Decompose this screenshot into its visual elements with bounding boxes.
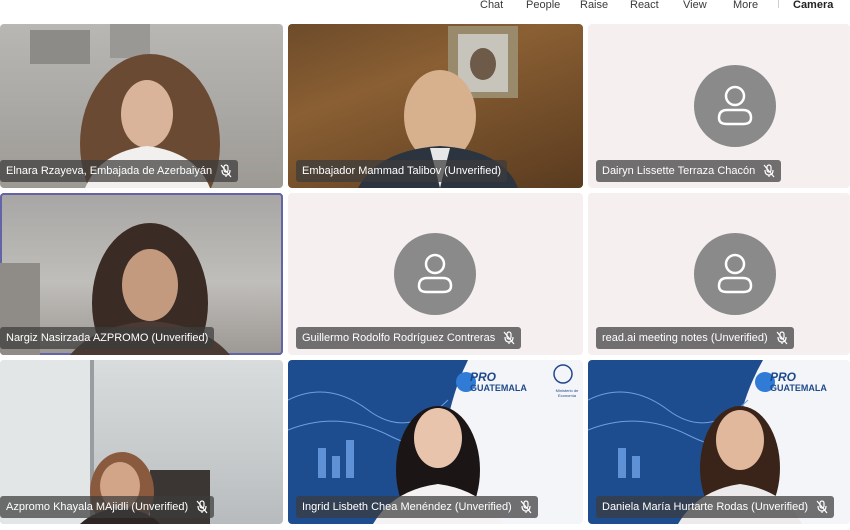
ministry-label: Ministerio de Economía [555,388,579,398]
participant-name-tag: Elnara Rzayeva, Embajada de Azerbaiyán [0,160,239,182]
person-icon [717,85,753,126]
participant-tile[interactable]: Elnara Rzayeva, Embajada de Azerbaiyán [0,24,283,188]
participant-name-tag: Nargiz Nasirzada AZPROMO (Unverified) [0,327,215,349]
people-button[interactable]: People [526,0,560,12]
participant-name: Ingrid Lisbeth Chea Menéndez (Unverified… [302,501,512,513]
mic-off-icon [763,164,775,178]
pro-guatemala-logo: PRO GUATEMALA [770,370,827,394]
avatar [394,233,476,315]
participant-name: Elnara Rzayeva, Embajada de Azerbaiyán [6,165,213,177]
participant-tile[interactable]: Nargiz Nasirzada AZPROMO (Unverified) [0,193,283,355]
participant-tile[interactable]: Azpromo Khayala MAjidli (Unverified) [0,360,283,524]
avatar [694,65,776,147]
participant-tile[interactable]: Guillermo Rodolfo Rodríguez Contreras [288,193,583,355]
participant-name: Dairyn Lissette Terraza Chacón [602,165,756,177]
participant-name-tag: Azpromo Khayala MAjidli (Unverified) [0,496,215,518]
person-icon [717,253,753,294]
participant-tile[interactable]: Dairyn Lissette Terraza Chacón [588,24,850,188]
participant-tile[interactable]: read.ai meeting notes (Unverified) [588,193,850,355]
pro-guatemala-logo: PRO GUATEMALA [470,370,527,394]
participant-name-tag: Ingrid Lisbeth Chea Menéndez (Unverified… [296,496,538,518]
participant-name: Azpromo Khayala MAjidli (Unverified) [6,501,189,513]
participant-name: Guillermo Rodolfo Rodríguez Contreras [302,332,496,344]
react-button[interactable]: React [630,0,659,12]
participant-tile[interactable]: PRO GUATEMALA Daniela María Hurtarte Rod… [588,360,850,524]
raise-hand-button[interactable]: Raise [580,0,608,12]
mic-off-icon [816,500,828,514]
participant-name: read.ai meeting notes (Unverified) [602,332,768,344]
logo-pro-text: PRO [470,370,497,384]
participant-name: Embajador Mammad Talibov (Unverified) [302,165,502,177]
participant-tile[interactable]: Embajador Mammad Talibov (Unverified) [288,24,583,188]
participant-tile[interactable]: PRO GUATEMALA Ministerio de Economía Ing… [288,360,583,524]
participant-name-tag: Embajador Mammad Talibov (Unverified) [296,160,508,182]
person-icon [417,253,453,294]
logo-pro-text: PRO [770,370,797,384]
toolbar-divider [778,0,779,8]
participant-name: Daniela María Hurtarte Rodas (Unverified… [602,501,809,513]
more-button[interactable]: More [733,0,758,12]
mic-off-icon [503,331,515,345]
video-grid: Elnara Rzayeva, Embajada de Azerbaiyán E… [0,0,850,530]
mic-off-icon [776,331,788,345]
participant-name-tag: Dairyn Lissette Terraza Chacón [596,160,782,182]
camera-button[interactable]: Camera [793,0,833,12]
mic-off-icon [520,500,532,514]
avatar [694,233,776,315]
mic-off-icon [220,164,232,178]
participant-name: Nargiz Nasirzada AZPROMO (Unverified) [6,332,209,344]
participant-name-tag: Daniela María Hurtarte Rodas (Unverified… [596,496,835,518]
chat-button[interactable]: Chat [480,0,503,12]
view-button[interactable]: View [683,0,707,12]
logo-guatemala-text: GUATEMALA [770,383,827,393]
meeting-toolbar: Chat People Raise React View More Camera [0,0,850,20]
participant-name-tag: read.ai meeting notes (Unverified) [596,327,794,349]
logo-guatemala-text: GUATEMALA [470,383,527,393]
participant-name-tag: Guillermo Rodolfo Rodríguez Contreras [296,327,522,349]
mic-off-icon [196,500,208,514]
